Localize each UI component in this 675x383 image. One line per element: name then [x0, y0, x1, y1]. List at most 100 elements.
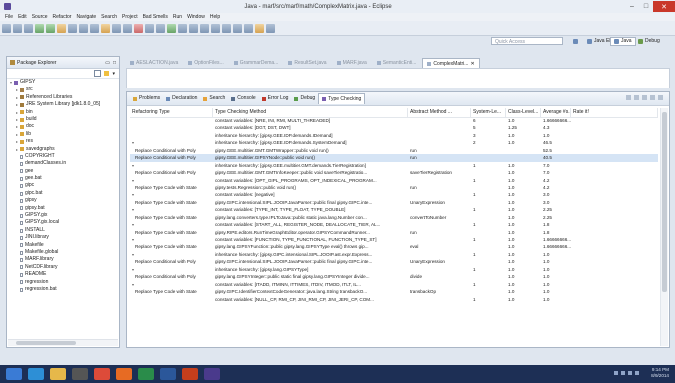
- tree-item[interactable]: GIPSY.gix.local: [7, 219, 119, 226]
- rate-cell[interactable]: [571, 229, 658, 236]
- menu-refactor[interactable]: Refactor: [53, 14, 72, 20]
- minimize-panel-icon[interactable]: [650, 95, 655, 100]
- rate-cell[interactable]: [571, 206, 658, 213]
- external-tools-icon[interactable]: [57, 23, 66, 33]
- view-tab[interactable]: Error Log: [259, 93, 292, 104]
- maximize-button[interactable]: □: [639, 1, 653, 12]
- rate-cell[interactable]: [571, 184, 658, 191]
- tree-item[interactable]: ▸ src: [7, 86, 119, 93]
- rate-cell[interactable]: [571, 169, 658, 176]
- clock[interactable]: 9:14 PM 8/9/2014: [651, 367, 669, 379]
- table-row[interactable]: ▾ constant variables: [TYPE_INT, TYPE_FLO…: [130, 206, 658, 213]
- editor-tab[interactable]: AESLACTION.java: [126, 58, 182, 68]
- vertical-scrollbar[interactable]: [660, 108, 668, 346]
- identify-icon[interactable]: [626, 95, 631, 100]
- table-row[interactable]: ▾ inheritance hierarchy: [gipsy.GIPC.inte…: [130, 251, 658, 258]
- table-row[interactable]: Replace Type Code with State gipsy.tests.…: [130, 184, 658, 191]
- column-header[interactable]: Class-Level...: [506, 108, 541, 117]
- step-into-icon[interactable]: [145, 23, 154, 33]
- coverage-icon[interactable]: [167, 23, 176, 33]
- link-with-editor-icon[interactable]: [104, 71, 110, 76]
- undo-refactoring-icon[interactable]: [634, 95, 639, 100]
- rate-cell[interactable]: [571, 266, 658, 273]
- menu-source[interactable]: Source: [32, 14, 48, 20]
- powerpoint-icon[interactable]: [182, 368, 198, 380]
- table-row[interactable]: constant variables: [NULL_CP, RMI_CP, JI…: [130, 296, 658, 303]
- print-icon[interactable]: [24, 23, 33, 33]
- table-row[interactable]: Replace Conditional with Poly gipsy.GIPC.…: [130, 258, 658, 265]
- eclipse-taskbar-icon[interactable]: [204, 368, 220, 380]
- menu-project[interactable]: Project: [122, 14, 138, 20]
- collapse-all-icon[interactable]: [94, 70, 102, 77]
- menu-help[interactable]: Help: [210, 14, 220, 20]
- expand-arrow-icon[interactable]: ▾: [132, 206, 135, 213]
- menu-bad-smells[interactable]: Bad Smells: [143, 14, 168, 20]
- table-row[interactable]: Replace Type Code with State gipsy.GIPC.I…: [130, 288, 658, 295]
- editor-tab[interactable]: MARF.java: [333, 58, 371, 68]
- view-tab[interactable]: Search: [200, 93, 228, 104]
- search-icon[interactable]: [112, 23, 121, 33]
- editor-tab[interactable]: GrammarDema...: [230, 58, 283, 68]
- rate-cell[interactable]: [571, 162, 658, 169]
- tree-item[interactable]: ▸ JRE System Library [jdk1.8.0_05]: [7, 101, 119, 108]
- column-header[interactable]: Abstract Method ...: [408, 108, 471, 117]
- table-row[interactable]: ▾ inheritance hierarchy: [gipsy.lang.GIPS…: [130, 266, 658, 273]
- column-header[interactable]: Type Checking Method: [213, 108, 408, 117]
- menu-edit[interactable]: Edit: [18, 14, 27, 20]
- tree-item[interactable]: NetCDF.library: [7, 264, 119, 271]
- view-tab[interactable]: Console: [228, 93, 258, 104]
- new-package-icon[interactable]: [79, 23, 88, 33]
- volume-icon[interactable]: [628, 371, 632, 375]
- rate-cell[interactable]: [571, 258, 658, 265]
- close-tab-icon[interactable]: ✕: [470, 59, 474, 69]
- rate-cell[interactable]: [571, 281, 658, 288]
- horizontal-scrollbar[interactable]: [8, 339, 118, 346]
- power-icon[interactable]: [635, 371, 639, 375]
- rate-cell[interactable]: [571, 177, 658, 184]
- skip-breakpoints-icon[interactable]: [123, 23, 132, 33]
- editor-area[interactable]: [126, 68, 670, 88]
- tree-item[interactable]: ▸ bin: [7, 109, 119, 116]
- table-row[interactable]: constant variables: [NRE, INI, RMI, MULT…: [130, 117, 658, 124]
- rate-cell[interactable]: [571, 147, 658, 154]
- open-perspective-button[interactable]: [570, 37, 581, 46]
- expand-arrow-icon[interactable]: ▾: [132, 139, 135, 146]
- tree-item[interactable]: regression.bat: [7, 286, 119, 293]
- previous-annotation-icon[interactable]: [189, 23, 198, 33]
- perspective-java[interactable]: Java: [610, 37, 636, 46]
- expand-arrow-icon[interactable]: ▾: [132, 266, 135, 273]
- toggle-mark-icon[interactable]: [233, 23, 242, 33]
- table-row[interactable]: ▾ constant variables: [negative] 1 1.0 3.0: [130, 191, 658, 198]
- rate-cell[interactable]: [571, 221, 658, 228]
- rate-cell[interactable]: [571, 251, 658, 258]
- quick-access-input[interactable]: Quick Access: [491, 37, 563, 45]
- excel-icon[interactable]: [138, 368, 154, 380]
- expand-arrow-icon[interactable]: ▾: [132, 281, 135, 288]
- perspective-debug[interactable]: Debug: [635, 37, 663, 46]
- menu-search[interactable]: Search: [101, 14, 117, 20]
- view-tab[interactable]: Problems: [130, 93, 163, 104]
- maximize-panel-icon[interactable]: [658, 95, 663, 100]
- editor-tab[interactable]: SemanticEnti...: [373, 58, 421, 68]
- tree-item[interactable]: gee: [7, 168, 119, 175]
- maximize-view-icon[interactable]: □: [113, 60, 116, 66]
- menu-file[interactable]: File: [5, 14, 13, 20]
- firefox-icon[interactable]: [116, 368, 132, 380]
- rate-cell[interactable]: [571, 296, 658, 303]
- open-task-icon[interactable]: [244, 23, 253, 33]
- tree-item[interactable]: ▸ Referenced Libraries: [7, 94, 119, 101]
- view-tab[interactable]: Declaration: [163, 93, 200, 104]
- table-row[interactable]: Replace Conditional with Poly gipsy.GEE.m…: [130, 147, 658, 154]
- rate-cell[interactable]: [571, 124, 658, 131]
- column-header[interactable]: System-Le...: [471, 108, 506, 117]
- editor-tab[interactable]: OptionFiles...: [184, 58, 227, 68]
- tree-item[interactable]: gipc.bat: [7, 190, 119, 197]
- tree-item[interactable]: ▸ lib: [7, 131, 119, 138]
- tree-item[interactable]: gipsy: [7, 197, 119, 204]
- internet-explorer-icon[interactable]: [28, 368, 44, 380]
- tree-item[interactable]: GIPSY.gix: [7, 212, 119, 219]
- last-edit-icon[interactable]: [266, 23, 275, 33]
- table-row[interactable]: Replace Type Code with State gipsy.RIPE.e…: [130, 229, 658, 236]
- step-over-icon[interactable]: [156, 23, 165, 33]
- network-icon[interactable]: [621, 371, 625, 375]
